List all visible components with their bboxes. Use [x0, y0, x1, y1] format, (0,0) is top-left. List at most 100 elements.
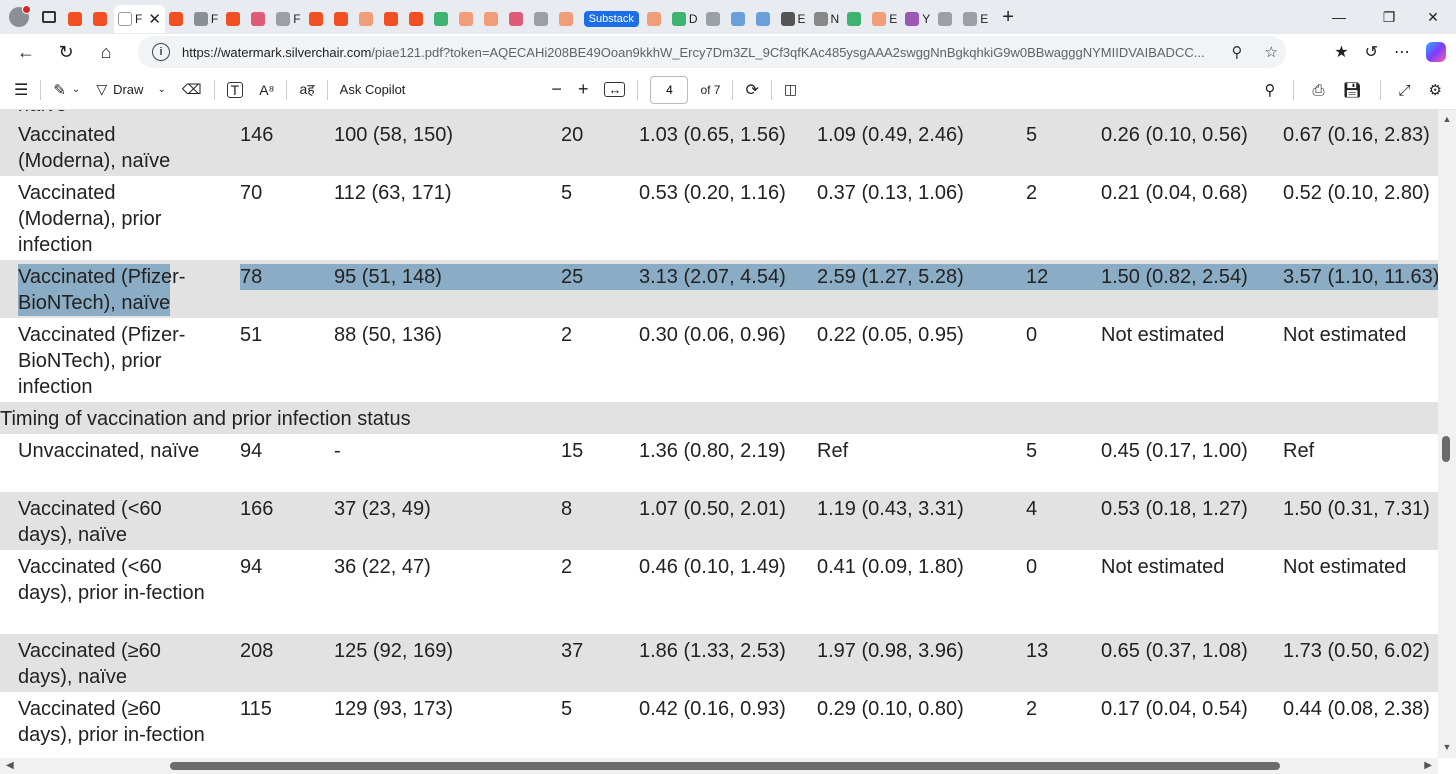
profile-avatar[interactable] [4, 2, 34, 32]
pdf-document-viewport[interactable]: naïve Vaccinated (Moderna), naïve 146 100 … [0, 110, 1438, 758]
tab-actions-button[interactable] [34, 2, 64, 32]
print-icon[interactable]: ⎙ [1312, 82, 1324, 99]
tab-right-9[interactable]: Y [901, 5, 934, 33]
tab-right-5[interactable]: E [777, 5, 810, 33]
tab-favicon-icon [308, 12, 323, 26]
address-bar[interactable]: i https://watermark.silverchair.com/piae… [138, 36, 1286, 68]
tab-right-7[interactable] [843, 5, 868, 33]
tab-favicon-icon [168, 12, 183, 26]
tab-right-3[interactable] [727, 5, 752, 33]
search-icon[interactable]: ⚲ [1264, 81, 1275, 99]
more-options-icon[interactable]: ⋯ [1394, 42, 1410, 62]
plus-icon: + [577, 79, 589, 99]
horizontal-scrollbar[interactable]: ◀ ▶ [0, 758, 1438, 774]
tab-favicon-icon [963, 12, 978, 26]
zoom-out-button[interactable]: − [543, 70, 570, 110]
vertical-scrollbar[interactable]: ▲ ▼ [1438, 110, 1456, 758]
page-view-button[interactable]: ◫ [776, 70, 805, 110]
tab-3[interactable] [165, 5, 190, 33]
scroll-right-arrow-icon[interactable]: ▶ [1424, 758, 1432, 774]
table-cell: 2.59 (1.27, 5.28) [817, 266, 964, 288]
table-cell: 1.97 (0.98, 3.96) [817, 640, 964, 662]
tab-15[interactable] [480, 5, 505, 33]
highlighter-icon: ✎ [53, 81, 66, 99]
table-cell: 0.44 (0.08, 2.38) [1283, 698, 1430, 720]
table-cell: 3.13 (2.07, 4.54) [639, 266, 786, 288]
table-cell: 1.07 (0.50, 2.01) [639, 498, 786, 520]
fit-width-button[interactable]: ↔ [596, 70, 633, 110]
url-text[interactable]: https://watermark.silverchair.com/piae12… [182, 45, 1222, 60]
tab-12[interactable] [405, 5, 430, 33]
scroll-down-arrow-icon[interactable]: ▼ [1438, 742, 1456, 756]
refresh-button[interactable]: ↻ [46, 36, 86, 68]
table-cell: 115 [240, 698, 272, 720]
read-aloud-button[interactable]: A⁸ [251, 70, 282, 110]
tab-6[interactable] [247, 5, 272, 33]
text-button[interactable]: T [219, 70, 252, 110]
home-button[interactable]: ⌂ [86, 36, 126, 68]
zoom-icon[interactable]: ⚲ [1232, 43, 1243, 61]
avatar-icon [9, 5, 31, 27]
tab-16[interactable] [505, 5, 530, 33]
highlight-button[interactable]: ✎ ⌄ [45, 70, 88, 110]
scroll-left-arrow-icon[interactable]: ◀ [6, 758, 14, 774]
table-cell: 25 [561, 266, 584, 288]
translate-button[interactable]: aह [291, 70, 322, 110]
tab-14[interactable] [455, 5, 480, 33]
table-cell: 15 [561, 440, 584, 462]
horizontal-scroll-thumb[interactable] [170, 762, 1280, 770]
draw-button[interactable]: ▽ Draw ⌄ [88, 70, 174, 110]
tab-5[interactable] [222, 5, 247, 33]
tab-0[interactable] [64, 5, 89, 33]
minimize-button[interactable]: — [1316, 0, 1362, 34]
tab-10[interactable] [355, 5, 380, 33]
tab-substack[interactable]: Substack [580, 5, 643, 33]
zoom-in-button[interactable]: + [570, 70, 597, 110]
tab-1[interactable] [89, 5, 114, 33]
tab-favicon-icon [508, 12, 523, 26]
page-number-input[interactable] [650, 75, 689, 104]
tab-2[interactable]: F ✕ [114, 5, 165, 33]
copilot-icon[interactable] [1426, 42, 1446, 62]
tab-right-2[interactable] [702, 5, 727, 33]
site-info-icon[interactable]: i [152, 43, 170, 61]
tab-right-6[interactable]: N [810, 5, 844, 33]
tab-8[interactable] [305, 5, 330, 33]
tab-right-4[interactable] [752, 5, 777, 33]
history-icon[interactable]: ↺ [1365, 42, 1378, 62]
scroll-up-arrow-icon[interactable]: ▲ [1438, 114, 1456, 128]
rotate-button[interactable]: ⟳ [737, 70, 766, 110]
tab-11[interactable] [380, 5, 405, 33]
tab-17[interactable] [530, 5, 555, 33]
tab-right-11[interactable]: E [959, 5, 992, 33]
maximize-button[interactable]: ❐ [1366, 0, 1412, 34]
new-tab-button[interactable]: + [1002, 6, 1014, 29]
tab-13[interactable] [430, 5, 455, 33]
settings-gear-icon[interactable]: ⚙ [1429, 81, 1442, 99]
tab-favicon-icon [847, 12, 862, 26]
tab-7[interactable]: F [272, 5, 304, 33]
favorite-star-icon[interactable]: ☆ [1265, 43, 1278, 61]
save-icon[interactable]: 💾︎ [1342, 81, 1361, 99]
ask-copilot-button[interactable]: Ask Copilot [332, 70, 414, 110]
close-window-button[interactable]: ✕ [1410, 0, 1456, 34]
tab-close-icon[interactable]: ✕ [148, 10, 161, 28]
favorites-icon[interactable]: ★ [1334, 42, 1348, 62]
tab-18[interactable] [555, 5, 580, 33]
expand-icon[interactable]: ⤢ [1399, 82, 1411, 99]
divider [213, 79, 215, 100]
tab-9[interactable] [330, 5, 355, 33]
vertical-scroll-thumb[interactable] [1442, 436, 1450, 462]
page-total: of 7 [700, 82, 721, 97]
tab-right-10[interactable] [934, 5, 959, 33]
tab-right-8[interactable]: E [868, 5, 901, 33]
table-section-header: Timing of vaccination and prior infectio… [0, 402, 1438, 434]
tab-right-0[interactable] [643, 5, 668, 33]
tab-right-1[interactable]: D [668, 5, 702, 33]
back-button[interactable]: ← [6, 36, 46, 68]
erase-button[interactable]: ⌫ [174, 70, 210, 110]
tab-4[interactable]: F [190, 5, 222, 33]
table-row: Vaccinated (Moderna), prior infection 70 1… [0, 176, 1438, 260]
contents-button[interactable]: ☰ [0, 70, 36, 110]
tab-favicon-icon [226, 12, 241, 26]
